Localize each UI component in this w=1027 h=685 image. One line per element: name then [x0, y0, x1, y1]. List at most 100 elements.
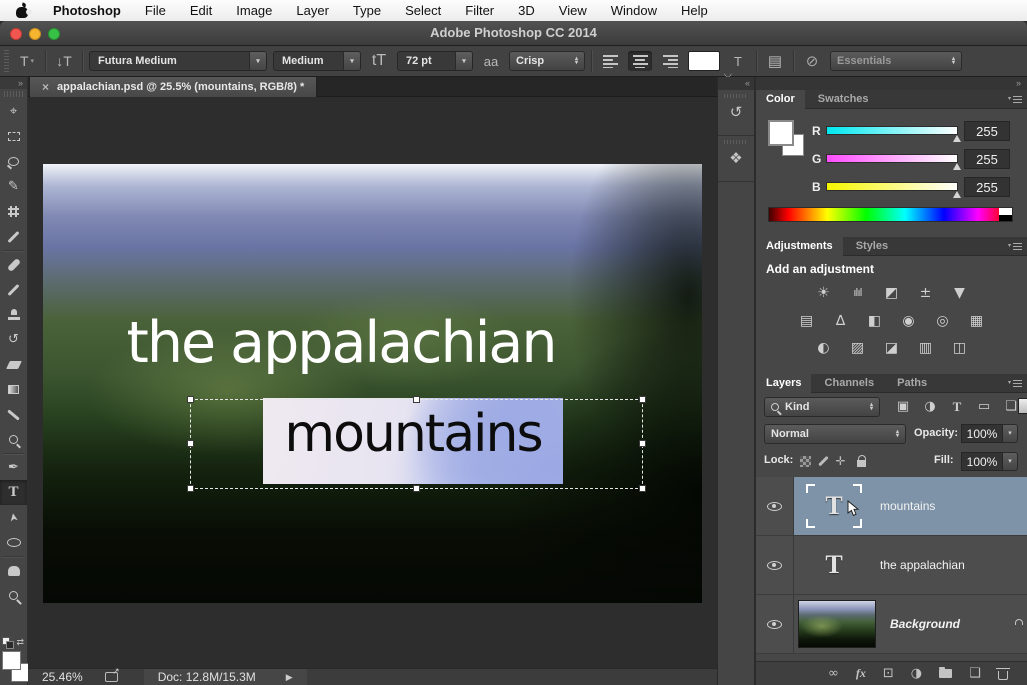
layer-name[interactable]: Background — [890, 617, 960, 631]
path-selection-tool[interactable]: ➤ — [0, 505, 27, 530]
red-value-field[interactable]: 255 — [964, 121, 1010, 141]
layer-thumbnail[interactable]: T — [806, 543, 862, 587]
selection-handle[interactable] — [413, 485, 420, 492]
clone-stamp-tool[interactable] — [0, 302, 27, 327]
selection-handle[interactable] — [413, 396, 420, 403]
menu-type[interactable]: Type — [353, 3, 381, 18]
vibrance-icon[interactable]: ▼ — [948, 283, 972, 302]
healing-brush-tool[interactable] — [0, 252, 27, 277]
slider-handle[interactable] — [953, 135, 961, 142]
fill-dropdown-arrow[interactable]: ▾ — [1003, 452, 1018, 471]
panel-menu-icon[interactable]: ▾ — [1008, 242, 1022, 251]
font-size-dropdown[interactable]: 72 pt ▾ — [397, 51, 473, 71]
pen-tool[interactable]: ✒ — [0, 455, 27, 480]
visibility-toggle[interactable] — [756, 477, 794, 535]
filter-type-layers-icon[interactable]: T — [948, 397, 966, 416]
toolbar-collapse-icon[interactable]: » — [0, 77, 27, 89]
tab-swatches[interactable]: Swatches — [808, 90, 879, 109]
default-colors-control[interactable]: ⇄ — [2, 637, 24, 649]
canvas-image[interactable]: the appalachian mountains — [43, 164, 702, 603]
photo-filter-icon[interactable]: ◉ — [897, 311, 921, 330]
threshold-icon[interactable]: ◪ — [880, 338, 904, 357]
curves-icon[interactable]: ◩ — [880, 283, 904, 302]
slider-handle[interactable] — [953, 163, 961, 170]
add-layer-mask-icon[interactable]: ⊡ — [883, 666, 894, 681]
selection-handle[interactable] — [639, 440, 646, 447]
color-lookup-icon[interactable]: ▦ — [965, 311, 989, 330]
menu-window[interactable]: Window — [611, 3, 657, 18]
color-spectrum-ramp[interactable] — [768, 207, 1013, 222]
green-slider[interactable] — [826, 154, 958, 163]
cancel-icon[interactable]: ⊘ — [800, 50, 824, 72]
blend-mode-dropdown[interactable]: Normal ▴▾ — [764, 424, 906, 444]
lasso-tool[interactable] — [0, 149, 27, 174]
filter-shape-layers-icon[interactable]: ▭ — [975, 397, 993, 416]
dropdown-arrow-icon[interactable]: ▾ — [249, 52, 266, 70]
black-white-icon[interactable]: ◧ — [863, 311, 887, 330]
filter-toggle-switch[interactable] — [1018, 398, 1027, 414]
gradient-map-icon[interactable]: ▥ — [914, 338, 938, 357]
black-swatch[interactable] — [999, 215, 1012, 221]
share-icon[interactable] — [105, 672, 118, 682]
visibility-toggle[interactable] — [756, 595, 794, 653]
filter-pixel-layers-icon[interactable]: ▣ — [894, 397, 912, 416]
selection-handle[interactable] — [639, 485, 646, 492]
menu-file[interactable]: File — [145, 3, 166, 18]
gradient-tool[interactable] — [0, 377, 27, 402]
color-balance-icon[interactable]: ∆ — [829, 311, 853, 330]
foreground-background-swatches[interactable] — [2, 651, 28, 683]
history-panel-button[interactable]: ↺ — [718, 90, 754, 136]
delete-layer-icon[interactable] — [998, 668, 1008, 680]
canvas-text-line1[interactable]: the appalachian — [100, 310, 582, 376]
blue-value-field[interactable]: 255 — [964, 177, 1010, 197]
smudge-tool[interactable] — [0, 402, 27, 427]
zoom-level-field[interactable]: 25.46% — [42, 670, 83, 684]
new-adjustment-layer-icon[interactable]: ◑ — [911, 666, 922, 681]
status-menu-arrow-icon[interactable]: ▶ — [286, 672, 293, 683]
canvas-pasteboard[interactable]: the appalachian mountains — [28, 98, 717, 668]
brightness-contrast-icon[interactable]: ☀ — [812, 283, 836, 302]
workspace-dropdown[interactable]: Essentials ▴▾ — [830, 51, 962, 71]
menu-help[interactable]: Help — [681, 3, 708, 18]
invert-icon[interactable]: ◐ — [812, 338, 836, 357]
exposure-icon[interactable]: ± — [914, 283, 938, 302]
filter-adjustment-layers-icon[interactable]: ◑ — [921, 397, 939, 416]
text-orientation-button[interactable]: ↓T — [52, 50, 76, 72]
layer-style-icon[interactable]: fx — [856, 666, 866, 681]
hue-saturation-icon[interactable]: ▤ — [795, 311, 819, 330]
toggle-panels-button[interactable]: ▤ — [763, 50, 787, 72]
channel-mixer-icon[interactable]: ◎ — [931, 311, 955, 330]
panel-menu-icon[interactable]: ▾ — [1008, 379, 1022, 388]
lock-transparency-icon[interactable] — [800, 456, 811, 467]
layer-thumbnail[interactable] — [798, 600, 876, 648]
layer-filter-dropdown[interactable]: Kind ▴▾ — [764, 397, 880, 417]
link-layers-icon[interactable]: ∞ — [828, 666, 839, 681]
new-layer-icon[interactable]: ❑ — [969, 666, 981, 681]
menu-app-name[interactable]: Photoshop — [53, 3, 121, 18]
type-tool[interactable]: T — [0, 480, 27, 505]
history-brush-tool[interactable]: ↺ — [0, 327, 27, 352]
tab-channels[interactable]: Channels — [815, 374, 885, 393]
lock-pixels-icon[interactable] — [818, 456, 828, 466]
layer-name[interactable]: the appalachian — [880, 558, 965, 572]
menu-edit[interactable]: Edit — [190, 3, 212, 18]
crop-tool[interactable] — [0, 199, 27, 224]
red-slider[interactable] — [826, 126, 958, 135]
dropdown-arrow-icon[interactable]: ▾ — [455, 52, 472, 70]
selective-color-icon[interactable]: ◫ — [948, 338, 972, 357]
tool-preset-button[interactable]: T▾ — [15, 50, 39, 72]
layer-name[interactable]: mountains — [880, 499, 935, 513]
tab-adjustments[interactable]: Adjustments — [756, 237, 843, 256]
layer-thumbnail[interactable]: T — [806, 484, 862, 528]
layer-row-the-appalachian[interactable]: T the appalachian — [756, 536, 1027, 595]
white-swatch[interactable] — [999, 208, 1012, 215]
font-style-dropdown[interactable]: Medium ▾ — [273, 51, 361, 71]
dock-expand-icon[interactable]: » — [756, 77, 1027, 90]
foreground-color-swatch[interactable] — [768, 120, 794, 146]
opacity-dropdown-arrow[interactable]: ▾ — [1003, 424, 1018, 443]
selection-handle[interactable] — [639, 396, 646, 403]
green-value-field[interactable]: 255 — [964, 149, 1010, 169]
swap-colors-icon[interactable]: ⇄ — [16, 637, 24, 648]
menu-image[interactable]: Image — [236, 3, 272, 18]
layer-row-background[interactable]: Background — [756, 595, 1027, 654]
